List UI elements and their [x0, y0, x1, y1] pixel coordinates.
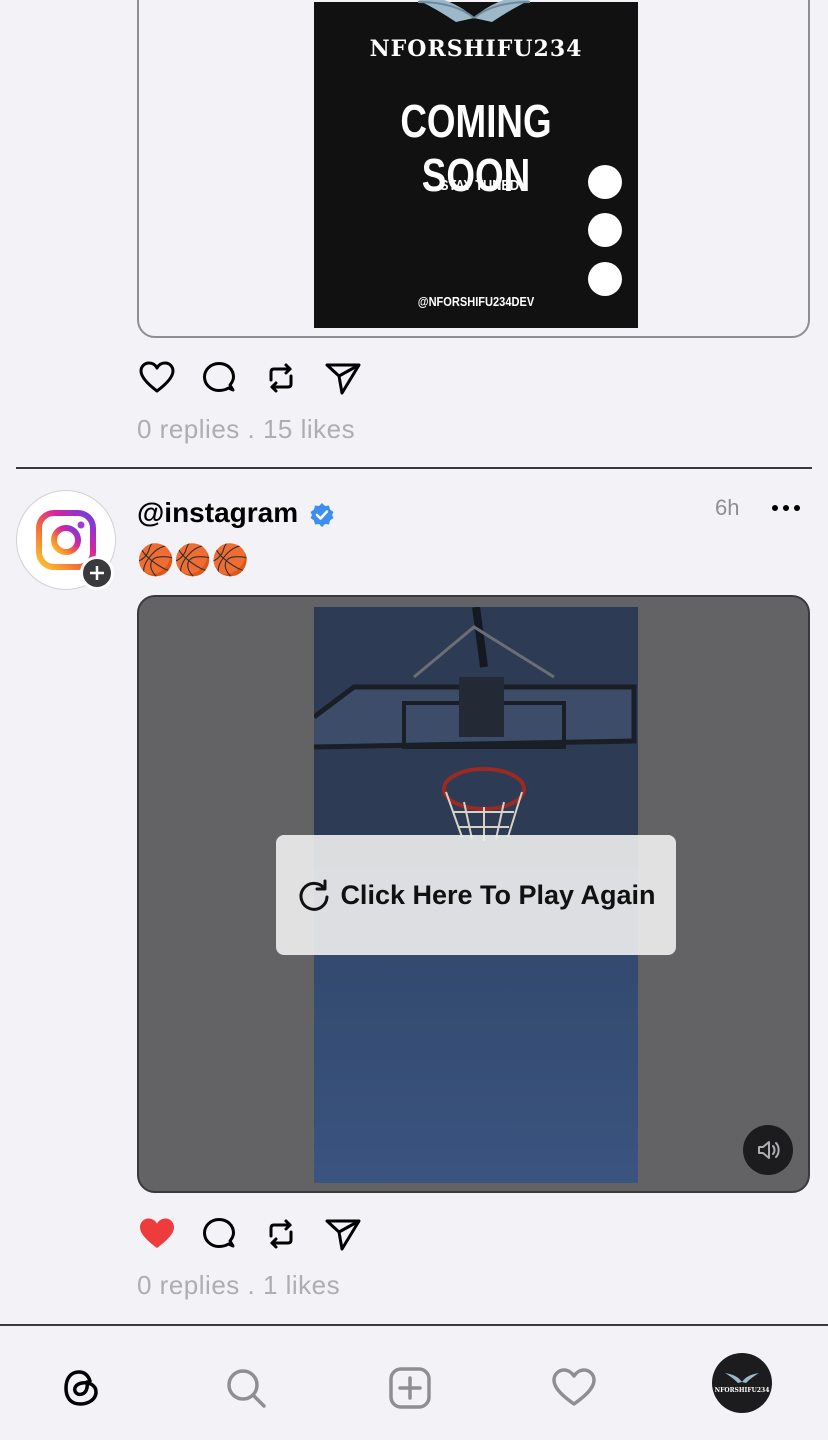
- reply-bubble-icon[interactable]: [199, 358, 239, 398]
- more-options-icon[interactable]: [772, 505, 800, 511]
- tab-activity[interactable]: [550, 1364, 598, 1412]
- poster-subline: STAY TUNED: [440, 177, 520, 194]
- post-stats[interactable]: 0 replies . 1 likes: [137, 1270, 340, 1301]
- post-divider: [16, 467, 812, 469]
- play-again-label: Click Here To Play Again: [340, 879, 656, 910]
- poster-brand: NFORSHIFU234: [369, 36, 583, 62]
- bottom-tab-bar: [0, 1324, 828, 1440]
- post-caption: 🏀🏀🏀: [137, 544, 250, 577]
- like-heart-icon[interactable]: [137, 358, 177, 398]
- follow-plus-icon[interactable]: [80, 556, 114, 590]
- post-stats[interactable]: 0 replies . 15 likes: [137, 414, 355, 445]
- post-actions: [137, 1214, 363, 1254]
- repost-icon[interactable]: [261, 358, 301, 398]
- post-video-card[interactable]: Click Here To Play Again: [137, 595, 810, 1193]
- liked-heart-icon[interactable]: [137, 1214, 177, 1254]
- tab-profile[interactable]: NFORSHIFU234: [712, 1353, 772, 1413]
- profile-avatar-text: NFORSHIFU234: [714, 1386, 770, 1394]
- reply-bubble-icon[interactable]: [199, 1214, 239, 1254]
- speaker-muted-icon: [758, 1141, 780, 1159]
- threads-home-icon: [64, 1370, 98, 1406]
- activity-heart-icon: [552, 1368, 596, 1406]
- poster-dot: [588, 165, 622, 199]
- repost-icon[interactable]: [261, 1214, 301, 1254]
- share-send-icon[interactable]: [323, 358, 363, 398]
- wings-logo-icon: [417, 0, 531, 22]
- author-avatar[interactable]: [16, 490, 116, 590]
- poster-handle: @NFORSHIFU234DEV: [417, 294, 535, 309]
- post-time: 6h: [715, 495, 740, 520]
- compose-icon: [389, 1367, 431, 1409]
- post-media-card[interactable]: NFORSHIFU234 COMING SOON STAY TUNED @NFO…: [137, 0, 810, 338]
- tab-home[interactable]: [58, 1364, 106, 1412]
- tab-search[interactable]: [222, 1364, 270, 1412]
- wings-logo-icon: [724, 1373, 759, 1384]
- post-actions: [137, 358, 363, 398]
- share-send-icon[interactable]: [323, 1214, 363, 1254]
- replay-icon: [300, 879, 329, 911]
- poster-dot: [588, 262, 622, 296]
- play-again-button[interactable]: Click Here To Play Again: [276, 835, 676, 955]
- post-username[interactable]: @instagram: [137, 497, 298, 529]
- search-icon: [227, 1369, 266, 1408]
- mute-toggle[interactable]: [743, 1125, 793, 1175]
- verified-badge-icon: [310, 503, 334, 527]
- poster-dot: [588, 213, 622, 247]
- tab-compose[interactable]: [386, 1364, 434, 1412]
- coming-soon-poster[interactable]: NFORSHIFU234 COMING SOON STAY TUNED @NFO…: [314, 0, 638, 328]
- profile-avatar: NFORSHIFU234: [714, 1372, 770, 1394]
